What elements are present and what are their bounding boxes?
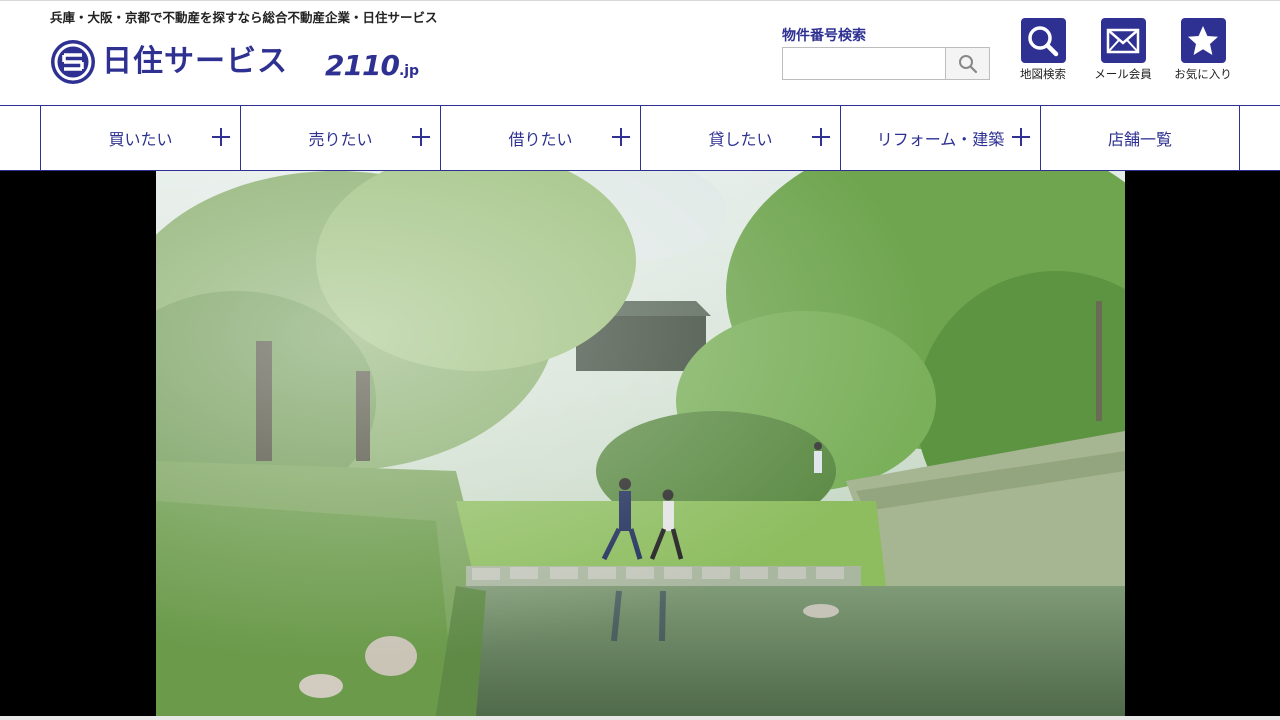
sub-logo-suffix: .jp (398, 63, 420, 79)
nav-item-rent[interactable]: 借りたい (440, 106, 640, 170)
hero-bottom-edge (0, 716, 1280, 720)
hero-scene (156, 171, 1125, 716)
nav-item-buy[interactable]: 買いたい (40, 106, 240, 170)
site-tagline: 兵庫・大阪・京都で不動産を探すなら総合不動産企業・日住サービス (50, 10, 438, 25)
star-icon (1188, 25, 1218, 55)
plus-icon (412, 128, 430, 146)
map-search-label: 地図検索 (1020, 67, 1066, 81)
logo-emblem-icon (51, 40, 95, 84)
nav-item-label: 売りたい (308, 130, 373, 149)
plus-icon (1012, 128, 1030, 146)
nav-item-stores[interactable]: 店舗一覧 (1040, 106, 1240, 170)
nav-item-label: 買いたい (108, 130, 173, 149)
mail-member-link[interactable]: メール会員 (1088, 18, 1158, 82)
search-icon (958, 54, 977, 73)
logo-wordmark: 日住サービス (102, 44, 288, 79)
map-search-link[interactable]: 地図検索 (1008, 18, 1078, 82)
property-number-input[interactable] (782, 47, 946, 80)
sub-logo-main: 2110 (325, 49, 400, 82)
mail-member-icon-box (1100, 18, 1146, 63)
hero-slideshow (0, 171, 1280, 716)
favorites-icon-box (1180, 18, 1226, 63)
property-number-search-label: 物件番号検索 (782, 28, 866, 44)
nav-item-lease[interactable]: 貸したい (640, 106, 840, 170)
plus-icon (812, 128, 830, 146)
mail-icon (1106, 28, 1140, 53)
site-header: 兵庫・大阪・京都で不動産を探すなら総合不動産企業・日住サービス 日住サービス 2… (0, 0, 1280, 105)
sub-logo-2110jp[interactable]: 2110.jp (325, 46, 419, 91)
nav-item-label: 借りたい (508, 130, 573, 149)
global-nav: 買いたい 売りたい 借りたい 貸したい リフォーム・建築 店舗一覧 (0, 105, 1280, 171)
mail-member-label: メール会員 (1094, 67, 1152, 81)
plus-icon (212, 128, 230, 146)
map-search-icon-box (1020, 18, 1066, 63)
favorites-link[interactable]: お気に入り (1168, 18, 1238, 82)
nav-item-reform[interactable]: リフォーム・建築 (840, 106, 1040, 170)
site-logo[interactable]: 日住サービス (50, 39, 288, 85)
nav-item-label: リフォーム・建築 (876, 130, 1005, 149)
plus-icon (612, 128, 630, 146)
favorites-label: お気に入り (1174, 67, 1232, 81)
search-icon (1028, 25, 1059, 56)
nav-item-label: 店舗一覧 (1107, 130, 1172, 149)
hero-image (156, 171, 1125, 716)
property-search-button[interactable] (946, 47, 990, 80)
nav-item-sell[interactable]: 売りたい (240, 106, 440, 170)
nav-item-label: 貸したい (708, 130, 773, 149)
